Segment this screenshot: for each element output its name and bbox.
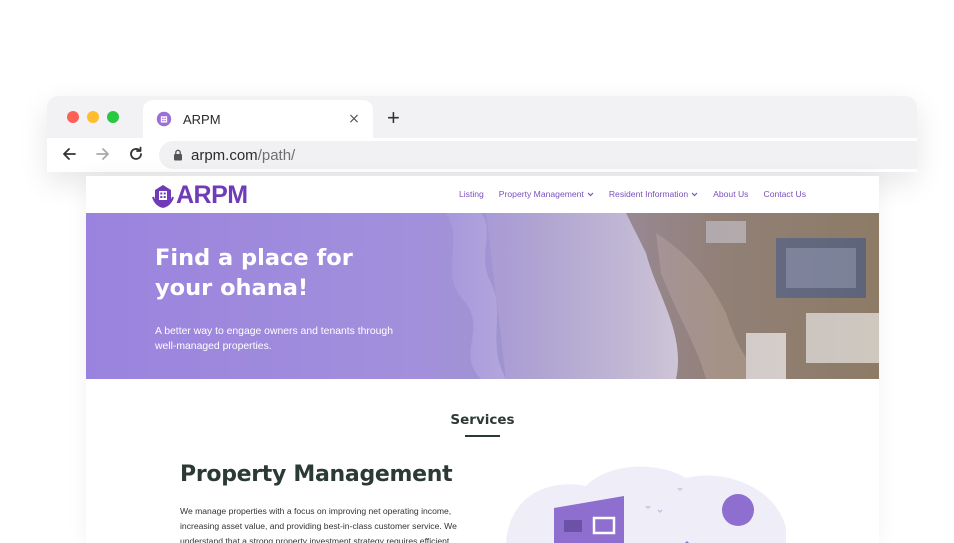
services-heading: Services <box>450 412 515 428</box>
close-window-button[interactable] <box>67 111 79 123</box>
nav-item-property-management[interactable]: Property Management <box>499 189 594 199</box>
browser-window: ARPM × + arpm.com/path/ <box>47 96 917 172</box>
site-header: ARPM Listing Property Management Residen… <box>86 176 879 213</box>
hero-subtitle-line1: A better way to engage owners and tenant… <box>155 326 393 337</box>
reload-icon <box>130 146 142 160</box>
lock-icon <box>174 149 182 161</box>
nav-item-label: Property Management <box>498 189 584 199</box>
minimize-window-button[interactable] <box>87 111 99 123</box>
nav-item-label: Resident Information <box>608 189 689 199</box>
hero-subtitle: A better way to engage owners and tenant… <box>155 324 425 354</box>
hero-title-line1: Find a place for <box>155 245 353 271</box>
reload-button[interactable] <box>126 144 146 164</box>
logo-icon <box>152 184 174 208</box>
chevron-down-icon <box>587 192 594 196</box>
body-line: We manage properties with a focus on imp… <box>180 506 452 516</box>
url-host: arpm.com <box>191 146 258 164</box>
tab-favicon-icon <box>156 111 172 127</box>
address-bar[interactable]: arpm.com/path/ <box>159 141 917 169</box>
tab-title: ARPM <box>183 111 221 127</box>
nav-item-label: Contact Us <box>763 189 806 199</box>
hero-title-line2: your ohana! <box>155 275 309 301</box>
forward-button[interactable] <box>93 144 113 164</box>
nav-item-resident-information[interactable]: Resident Information <box>609 189 698 199</box>
property-management-heading: Property Management <box>180 462 453 487</box>
nav-item-label: Listing <box>458 189 484 199</box>
new-tab-button[interactable]: + <box>387 105 400 131</box>
nav-item-label: About Us <box>713 189 749 199</box>
services-underline <box>465 435 500 437</box>
url-path: /path/ <box>257 146 296 164</box>
nav-item-listing[interactable]: Listing <box>459 189 484 199</box>
hero-banner: Find a place for your ohana! A better wa… <box>86 213 879 379</box>
web-page: ARPM Listing Property Management Residen… <box>86 176 879 543</box>
chevron-down-icon <box>691 192 698 196</box>
back-arrow-icon <box>63 148 76 160</box>
nav-item-contact-us[interactable]: Contact Us <box>763 189 806 199</box>
hero-title: Find a place for your ohana! <box>155 243 395 303</box>
maximize-window-button[interactable] <box>107 111 119 123</box>
url-text: arpm.com/path/ <box>191 147 295 164</box>
property-management-body: We manage properties with a focus on imp… <box>180 504 460 543</box>
browser-tab[interactable]: ARPM × <box>143 100 373 138</box>
back-button[interactable] <box>59 144 79 164</box>
hero-subtitle-line2: well-managed properties. <box>155 341 272 352</box>
tab-close-icon[interactable]: × <box>347 111 361 127</box>
body-line: increasing asset value, and providing be… <box>180 521 457 531</box>
logo-text: ARPM <box>176 181 248 209</box>
forward-arrow-icon <box>96 148 109 160</box>
browser-toolbar: arpm.com/path/ <box>47 138 917 172</box>
property-illustration <box>506 466 786 543</box>
body-line: understand that a strong property invest… <box>180 536 450 543</box>
site-logo[interactable]: ARPM <box>152 181 248 210</box>
nav-item-about-us[interactable]: About Us <box>713 189 748 199</box>
main-nav: Listing Property Management Resident Inf… <box>459 189 806 199</box>
window-controls <box>67 111 119 123</box>
